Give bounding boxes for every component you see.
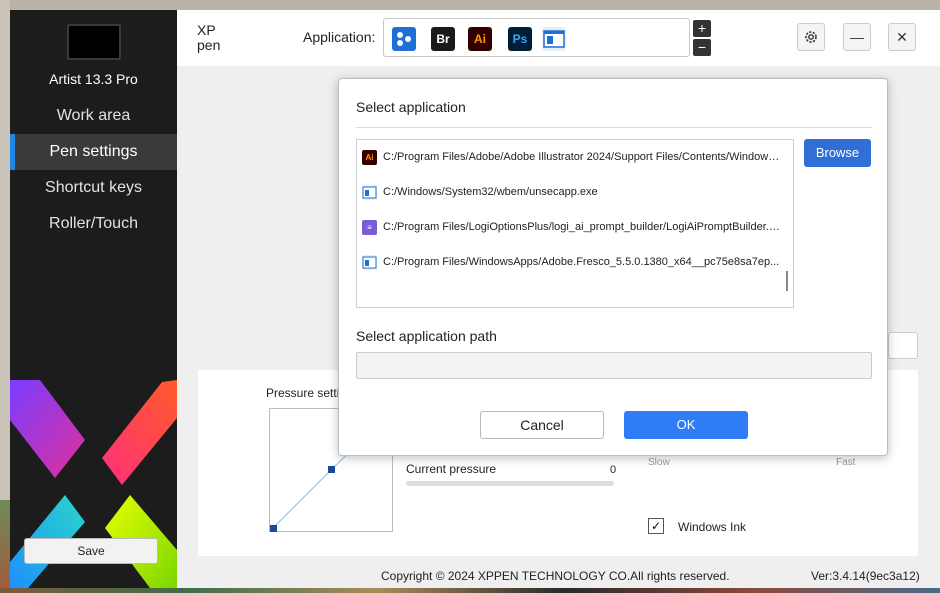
add-application-button[interactable]: + — [693, 20, 711, 37]
top-bar: XP pen Application: Br Ai Ps + − — ✕ — [177, 10, 940, 66]
current-pressure-value: 0 — [610, 464, 617, 476]
settings-button[interactable] — [797, 23, 825, 51]
list-item[interactable]: C:/Windows/System32/wbem/unsecapp.exe — [362, 182, 782, 204]
bridge-icon[interactable]: Br — [431, 27, 455, 51]
browse-button[interactable]: Browse — [804, 139, 871, 167]
curve-control-point-mid[interactable] — [328, 466, 335, 473]
window-icon — [362, 185, 377, 200]
windows-ink-label: Windows Ink — [678, 520, 747, 534]
cancel-button[interactable]: Cancel — [480, 411, 604, 439]
sidebar-item-shortcut-keys[interactable]: Shortcut keys — [10, 170, 177, 206]
sidebar-item-pen-settings[interactable]: Pen settings — [10, 134, 177, 170]
speed-fast-label: Fast — [836, 457, 856, 468]
list-item[interactable]: Ai C:/Program Files/Adobe/Adobe Illustra… — [362, 147, 782, 169]
copyright-text: Copyright © 2024 XPPEN TECHNOLOGY CO.All… — [381, 569, 730, 583]
close-icon: ✕ — [896, 29, 908, 45]
save-button[interactable]: Save — [24, 538, 158, 564]
dialog-divider — [356, 127, 872, 128]
list-scrollbar[interactable] — [786, 271, 788, 291]
ok-button[interactable]: OK — [624, 411, 748, 439]
xppen-logo: XP pen — [197, 22, 220, 53]
application-path: C:/Program Files/Adobe/Adobe Illustrator… — [383, 151, 781, 163]
application-path: C:/Windows/System32/wbem/unsecapp.exe — [383, 186, 598, 198]
photoshop-icon[interactable]: Ps — [508, 27, 532, 51]
window-icon — [362, 255, 377, 270]
list-item[interactable]: C:/Program Files/WindowsApps/Adobe.Fresc… — [362, 252, 782, 274]
list-item[interactable]: ≡ C:/Program Files/LogiOptionsPlus/logi_… — [362, 217, 782, 239]
current-pressure-label: Current pressure — [406, 462, 497, 476]
windows-ink-checkbox[interactable]: ✓ — [648, 518, 664, 534]
all-apps-icon[interactable] — [392, 27, 416, 51]
speed-slow-label: Slow — [648, 457, 670, 468]
svg-text:pen: pen — [197, 37, 220, 53]
application-list[interactable]: Ai C:/Program Files/Adobe/Adobe Illustra… — [356, 139, 794, 308]
sidebar-item-roller-touch[interactable]: Roller/Touch — [10, 206, 177, 242]
application-selector: Br Ai Ps — [383, 18, 690, 57]
sidebar: Artist 13.3 Pro Work area Pen settings S… — [10, 10, 177, 588]
desktop-background-left — [0, 0, 10, 593]
select-application-dialog: Select application Ai C:/Program Files/A… — [338, 78, 888, 456]
desktop-background-bottom — [0, 588, 940, 593]
curve-control-point-start[interactable] — [270, 525, 277, 532]
minimize-button[interactable]: — — [843, 23, 871, 51]
version-text: Ver:3.4.14(9ec3a12) — [811, 569, 920, 583]
desktop-background-top — [0, 0, 940, 10]
application-path: C:/Program Files/WindowsApps/Adobe.Fresc… — [383, 256, 780, 268]
generic-window-icon[interactable] — [542, 27, 566, 51]
illustrator-icon[interactable]: Ai — [468, 27, 492, 51]
gear-icon — [805, 31, 817, 43]
illustrator-icon: Ai — [362, 150, 377, 165]
application-path-input[interactable] — [356, 352, 872, 379]
minimize-icon: — — [850, 29, 864, 45]
application-path-label: Select application path — [356, 328, 497, 344]
device-image — [67, 24, 121, 60]
device-name: Artist 13.3 Pro — [49, 71, 138, 87]
logi-prompt-icon: ≡ — [362, 220, 377, 235]
pressure-settings-title: Pressure setti — [266, 386, 340, 400]
remove-application-button[interactable]: − — [693, 39, 711, 56]
svg-text:XP: XP — [197, 22, 216, 38]
close-button[interactable]: ✕ — [888, 23, 916, 51]
dialog-title: Select application — [356, 99, 466, 115]
current-pressure-bar — [406, 481, 614, 486]
application-label: Application: — [303, 29, 376, 45]
side-input[interactable] — [888, 332, 918, 359]
application-path: C:/Program Files/LogiOptionsPlus/logi_ai… — [383, 221, 781, 233]
sidebar-item-work-area[interactable]: Work area — [10, 98, 177, 134]
